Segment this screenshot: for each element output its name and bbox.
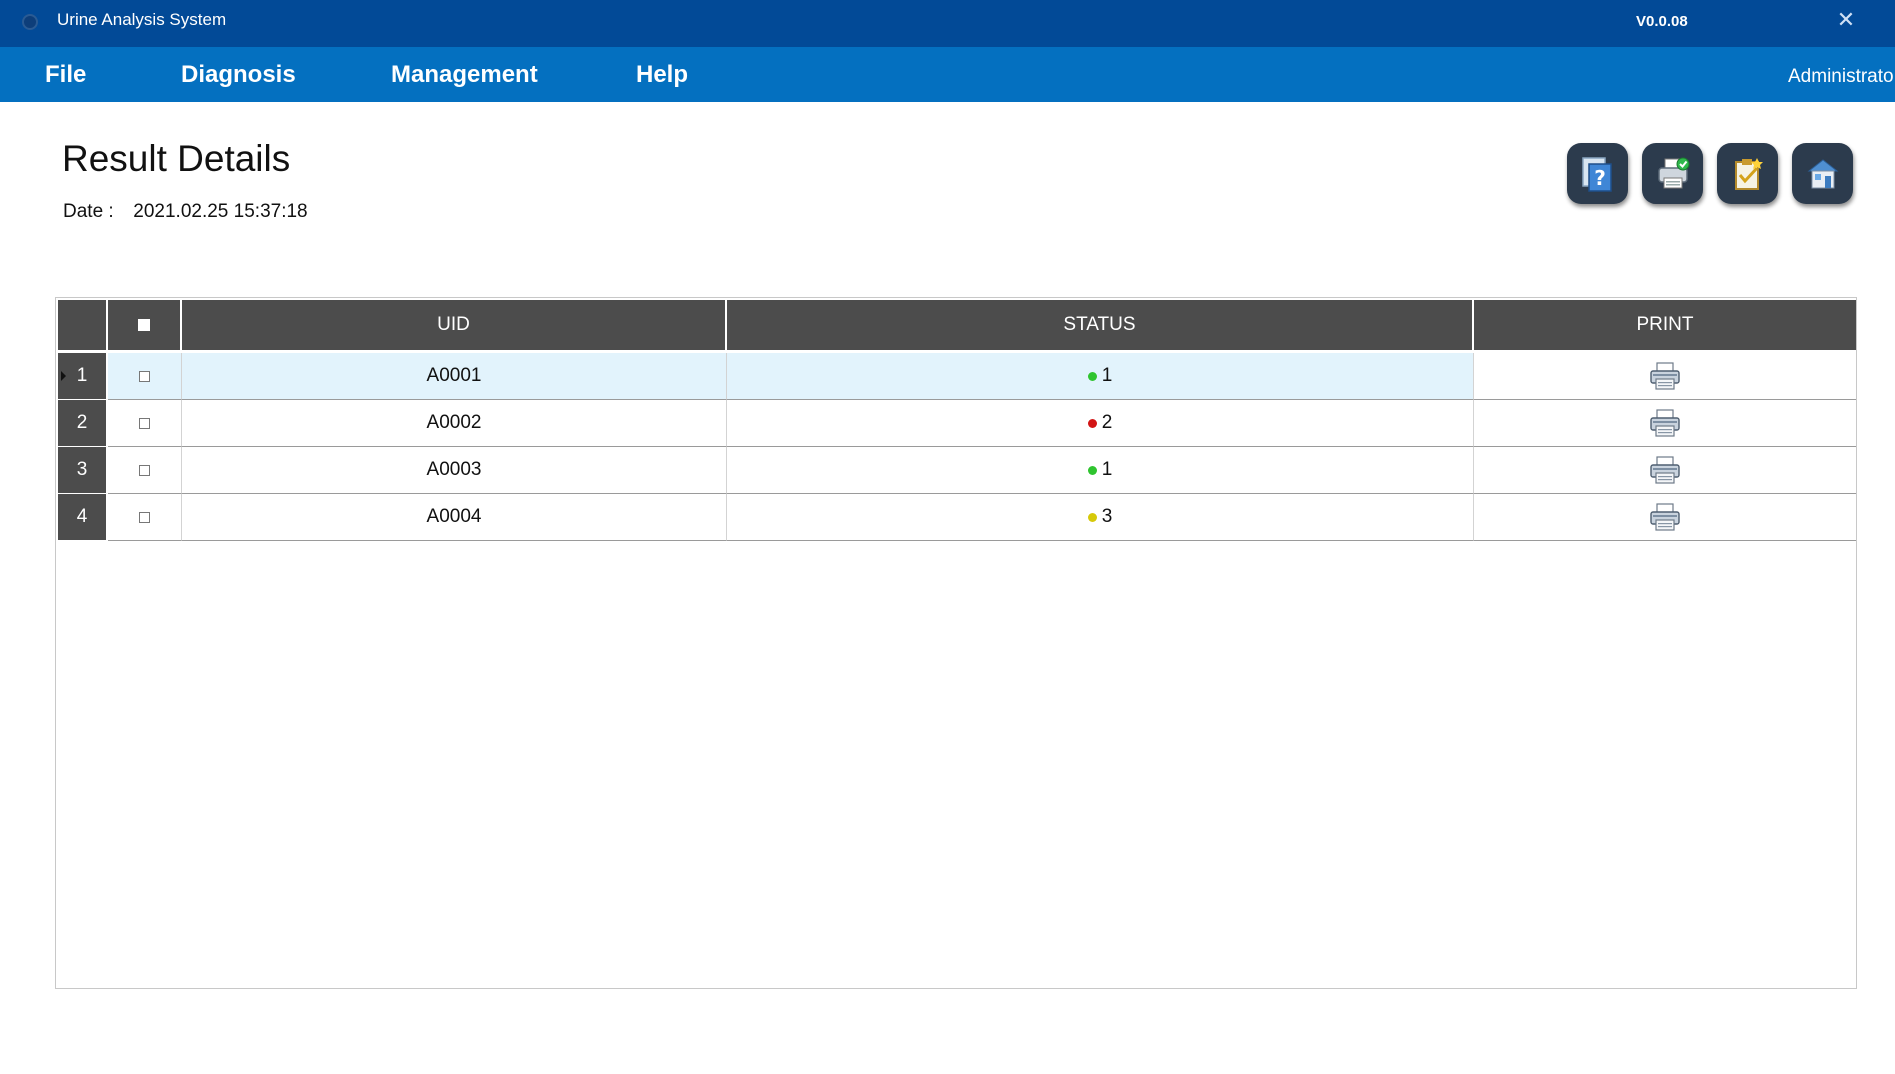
- row-checkbox[interactable]: [139, 370, 150, 382]
- close-icon[interactable]: ✕: [1836, 10, 1856, 32]
- date-value: 2021.02.25 15:37:18: [133, 201, 308, 222]
- row-select-cell[interactable]: [108, 447, 182, 494]
- row-checkbox[interactable]: [139, 417, 150, 429]
- printer-icon[interactable]: [1649, 408, 1681, 438]
- status-dot-icon: [1087, 465, 1097, 475]
- grid-header: UID STATUS PRINT: [58, 300, 1856, 350]
- uid-value: A0003: [426, 459, 482, 480]
- row-checkbox[interactable]: [139, 464, 150, 476]
- help-manual-icon: ?: [1582, 157, 1612, 192]
- uid-value: A0001: [426, 365, 482, 386]
- uid-cell[interactable]: A0003: [182, 447, 727, 494]
- row-number: 1: [58, 353, 106, 399]
- header-print[interactable]: PRINT: [1474, 300, 1856, 350]
- uid-cell[interactable]: A0001: [182, 353, 727, 400]
- status-dot-icon: [1087, 371, 1097, 381]
- report-edit-button[interactable]: [1717, 143, 1778, 204]
- home-icon: [1807, 159, 1839, 189]
- printer-icon[interactable]: [1649, 361, 1681, 391]
- status-value: 1: [1101, 365, 1113, 386]
- uid-cell[interactable]: A0002: [182, 400, 727, 447]
- menu-management[interactable]: Management: [391, 61, 538, 89]
- row-select-cell[interactable]: [108, 400, 182, 447]
- row-indicator-icon: [61, 371, 66, 381]
- row-number: 4: [58, 494, 106, 540]
- home-button[interactable]: [1792, 143, 1853, 204]
- status-cell[interactable]: 1: [727, 447, 1474, 494]
- print-check-icon: [1658, 157, 1690, 189]
- page-title: Result Details: [62, 138, 291, 179]
- svg-text:?: ?: [1594, 166, 1606, 190]
- menu-diagnosis[interactable]: Diagnosis: [181, 61, 296, 89]
- table-row[interactable]: 3 A0003 1: [58, 447, 1856, 494]
- status-value: 3: [1101, 506, 1113, 527]
- header-select-all[interactable]: [108, 300, 182, 350]
- select-all-checkbox[interactable]: [138, 319, 150, 331]
- printer-icon[interactable]: [1649, 455, 1681, 485]
- uid-value: A0004: [426, 506, 482, 527]
- status-value: 2: [1101, 412, 1113, 433]
- help-manual-button[interactable]: ?: [1567, 143, 1628, 204]
- row-number: 3: [58, 447, 106, 493]
- table-row[interactable]: 2 A0002 2: [58, 400, 1856, 447]
- row-select-cell[interactable]: [108, 494, 182, 541]
- table-row[interactable]: 4 A0004 3: [58, 494, 1856, 541]
- uid-cell[interactable]: A0004: [182, 494, 727, 541]
- status-value: 1: [1101, 459, 1113, 480]
- print-cell: [1474, 494, 1856, 541]
- header-row-number: [58, 300, 108, 350]
- header-status[interactable]: STATUS: [727, 300, 1474, 350]
- row-select-cell[interactable]: [108, 353, 182, 400]
- results-grid: UID STATUS PRINT 1 A0001 1 2 A0002 2 3 A0003 1 4 A…: [55, 297, 1857, 989]
- printer-icon[interactable]: [1649, 502, 1681, 532]
- row-checkbox[interactable]: [139, 511, 150, 523]
- row-number-label: 1: [76, 365, 88, 386]
- status-cell[interactable]: 3: [727, 494, 1474, 541]
- print-check-button[interactable]: [1642, 143, 1703, 204]
- row-number-label: 2: [76, 412, 88, 433]
- date-row: Date : 2021.02.25 15:37:18: [63, 201, 308, 223]
- menu-help[interactable]: Help: [636, 61, 688, 89]
- header-uid[interactable]: UID: [182, 300, 727, 350]
- row-number-label: 4: [76, 506, 88, 527]
- row-number-label: 3: [76, 459, 88, 480]
- window-title: Urine Analysis System: [57, 10, 227, 29]
- menu-bar: File Diagnosis Management Help Administr…: [0, 47, 1895, 102]
- app-icon: [22, 14, 38, 30]
- status-dot-icon: [1087, 512, 1097, 522]
- print-cell: [1474, 400, 1856, 447]
- row-number: 2: [58, 400, 106, 446]
- uid-value: A0002: [426, 412, 482, 433]
- print-cell: [1474, 353, 1856, 400]
- title-bar: Urine Analysis System V0.0.08 ✕: [0, 0, 1895, 47]
- version-label: V0.0.08: [1636, 13, 1688, 30]
- date-label: Date :: [63, 201, 114, 222]
- status-dot-icon: [1087, 418, 1097, 428]
- status-cell[interactable]: 1: [727, 353, 1474, 400]
- user-name[interactable]: Administrato: [1788, 66, 1894, 88]
- status-cell[interactable]: 2: [727, 400, 1474, 447]
- report-edit-icon: [1735, 158, 1763, 190]
- table-row[interactable]: 1 A0001 1: [58, 353, 1856, 400]
- print-cell: [1474, 447, 1856, 494]
- menu-file[interactable]: File: [45, 61, 86, 89]
